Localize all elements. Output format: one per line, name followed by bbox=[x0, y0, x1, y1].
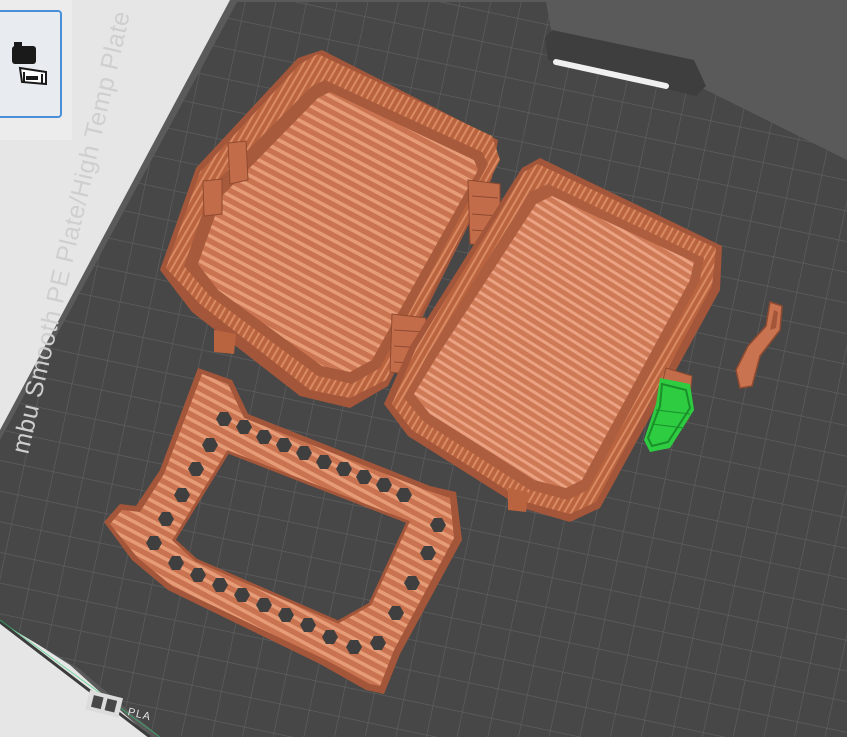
object-tool-button[interactable] bbox=[0, 10, 62, 118]
build-plate-scene[interactable]: mbu Smooth PE Plate/High Temp Plate PLA bbox=[0, 0, 847, 737]
printer-object-icon bbox=[12, 42, 47, 86]
3d-viewport[interactable]: mbu Smooth PE Plate/High Temp Plate PLA bbox=[0, 0, 847, 737]
